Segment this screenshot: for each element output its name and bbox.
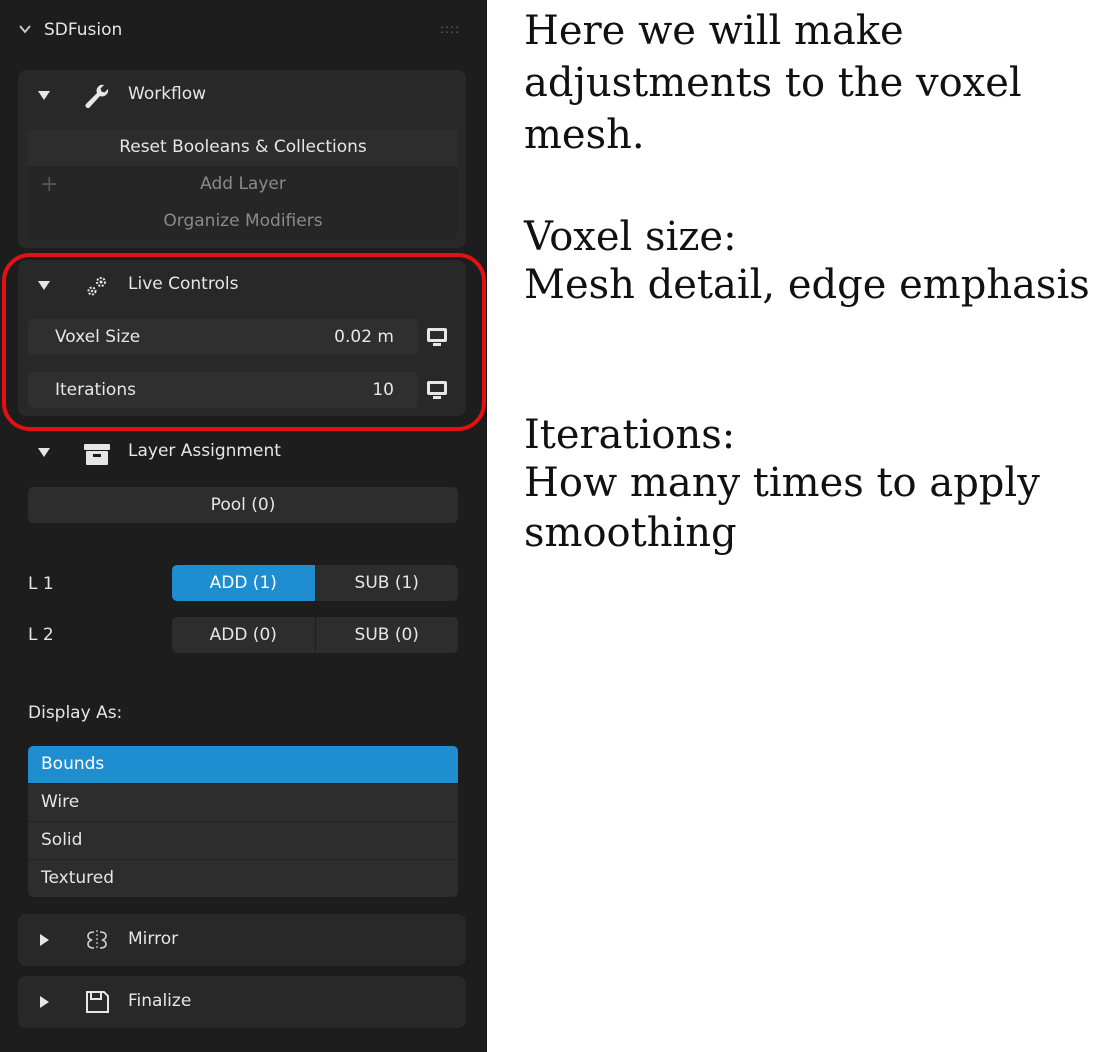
pool-button[interactable]: Pool (0) (28, 487, 458, 523)
workflow-title: Workflow (128, 84, 207, 104)
drag-grip-icon[interactable]: :::: (440, 22, 460, 36)
finalize-title: Finalize (128, 991, 192, 1011)
sdfusion-panel: SDFusion :::: Workflow Reset Booleans & … (0, 0, 487, 1052)
triangle-down-icon (38, 448, 50, 457)
layer-assignment-title: Layer Assignment (128, 441, 281, 461)
layer-1-add-button[interactable]: ADD (1) (172, 565, 315, 601)
annotation-line-3: mesh. (524, 112, 645, 158)
finalize-section[interactable]: Finalize (18, 976, 466, 1028)
triangle-down-icon (38, 91, 50, 100)
reset-booleans-button[interactable]: Reset Booleans & Collections (28, 129, 458, 166)
panel-header[interactable]: SDFusion :::: (0, 0, 486, 62)
annotation-line-2: adjustments to the voxel (524, 60, 1022, 106)
red-highlight-outline (2, 253, 486, 431)
archive-box-icon (84, 444, 110, 465)
display-option-solid[interactable]: Solid (28, 822, 458, 860)
wrench-icon (85, 84, 109, 108)
layer-2-add-button[interactable]: ADD (0) (172, 617, 315, 653)
layer-1-label: L 1 (28, 574, 54, 594)
mirror-icon (87, 930, 107, 950)
panel-title: SDFusion (44, 20, 123, 40)
chevron-down-icon (19, 25, 31, 34)
mirror-title: Mirror (128, 929, 179, 949)
workflow-header[interactable]: Workflow (18, 70, 466, 120)
save-disk-icon (86, 991, 109, 1013)
annotation-line-1: Here we will make (524, 8, 904, 54)
display-option-wire[interactable]: Wire (28, 784, 458, 822)
add-layer-label: Add Layer (200, 174, 286, 194)
plus-icon: + (40, 172, 59, 197)
layer-1-toggle: ADD (1) SUB (1) (172, 565, 458, 601)
display-option-textured[interactable]: Textured (28, 860, 458, 897)
triangle-right-icon (40, 934, 49, 946)
mirror-section[interactable]: Mirror (18, 914, 466, 966)
layer-1-sub-button[interactable]: SUB (1) (314, 565, 458, 601)
display-option-bounds[interactable]: Bounds (28, 746, 458, 784)
organize-modifiers-button[interactable]: Organize Modifiers (28, 203, 458, 240)
layer-2-toggle: ADD (0) SUB (0) (172, 617, 458, 653)
triangle-right-icon (40, 996, 49, 1008)
layer-assignment-header[interactable]: Layer Assignment (18, 427, 466, 477)
display-as-label: Display As: (28, 703, 123, 723)
iterations-description-2: smoothing (524, 510, 737, 556)
add-layer-button[interactable]: + Add Layer (28, 166, 458, 203)
voxel-size-description: Mesh detail, edge emphasis (524, 262, 1090, 308)
layer-2-sub-button[interactable]: SUB (0) (314, 617, 458, 653)
iterations-heading: Iterations: (524, 412, 736, 458)
layer-2-label: L 2 (28, 625, 54, 645)
display-as-list: Bounds Wire Solid Textured (28, 746, 458, 897)
workflow-buttons: Reset Booleans & Collections + Add Layer… (28, 129, 458, 240)
voxel-size-heading: Voxel size: (524, 214, 737, 260)
iterations-description-1: How many times to apply (524, 460, 1040, 506)
